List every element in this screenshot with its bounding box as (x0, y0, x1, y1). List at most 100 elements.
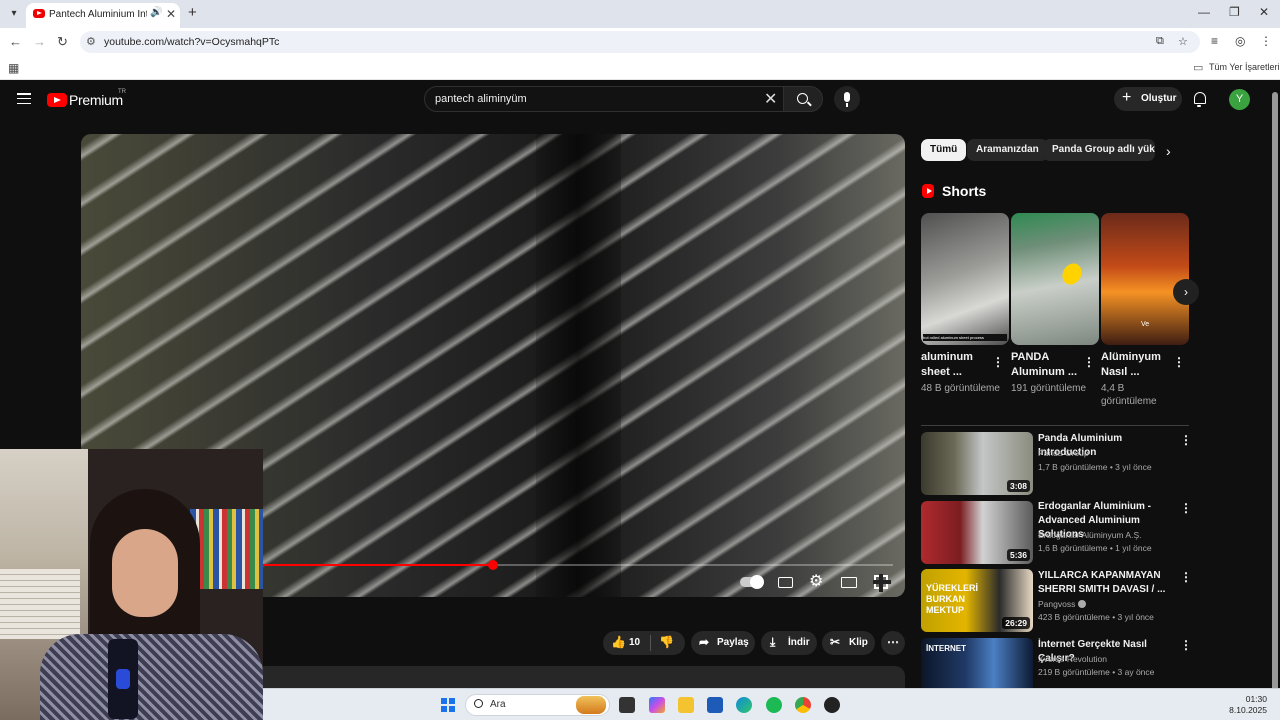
short-title[interactable]: Alüminyum Nasıl ... (1101, 350, 1171, 380)
profile-icon[interactable]: ◎ (1235, 34, 1245, 48)
restore-icon[interactable]: ❐ (1229, 5, 1240, 19)
minimize-icon[interactable]: — (1198, 5, 1210, 19)
recommendation-thumbnail[interactable]: 5:36 (921, 501, 1033, 564)
share-button[interactable]: ➦ Paylaş (691, 631, 755, 655)
back-icon[interactable]: ← (9, 34, 22, 49)
recommendation-meta: 1,6 B görüntüleme • 1 yıl önce (1038, 543, 1152, 553)
apps-grid-icon[interactable]: ▦ (8, 61, 19, 75)
chip-all[interactable]: Tümü (921, 139, 967, 161)
shorts-next-icon[interactable]: › (1173, 279, 1199, 305)
theater-mode-icon[interactable] (841, 577, 857, 588)
tab-search-icon[interactable]: ▾ (6, 6, 22, 22)
edge-icon[interactable] (736, 697, 752, 713)
short-title[interactable]: PANDA Aluminum ... (1011, 350, 1081, 380)
recommendation-channel[interactable]: Pangvoss (1038, 599, 1087, 609)
recommendation-menu-icon[interactable]: ⋮ (1180, 433, 1192, 447)
create-button[interactable]: + Oluştur (1114, 87, 1182, 111)
short-menu-icon[interactable]: ⋮ (1173, 355, 1185, 369)
youtube-brand[interactable]: Premium (69, 92, 123, 108)
recommendation-meta: 219 B görüntüleme • 3 ay önce (1038, 667, 1155, 677)
autoplay-toggle[interactable] (740, 575, 764, 589)
channel-name[interactable]: Pangvoss (1038, 599, 1075, 609)
media-controls-icon[interactable]: ≡ (1211, 34, 1218, 48)
webcam-books (190, 509, 263, 589)
youtube-logo-icon[interactable] (47, 93, 67, 107)
progress-scrubber[interactable] (488, 560, 498, 570)
recommendation-channel[interactable]: Erdoğanlar Alüminyum A.Ş. (1038, 530, 1141, 540)
browser-menu-icon[interactable]: ⋮ (1260, 34, 1272, 48)
close-tab-icon[interactable]: ✕ (166, 7, 176, 21)
recommendation-meta: 423 B görüntüleme • 3 yıl önce (1038, 612, 1154, 622)
tab-title: Pantech Aluminium Introdu (49, 9, 147, 20)
clear-search-icon[interactable]: ✕ (764, 89, 777, 109)
like-count[interactable]: 10 (629, 637, 640, 648)
spotify-icon[interactable] (766, 697, 782, 713)
search-query[interactable]: pantech aliminyüm (435, 93, 527, 105)
short-thumbnail[interactable] (1011, 213, 1099, 345)
taskbar-search[interactable]: Ara (465, 694, 610, 716)
fullscreen-icon[interactable] (873, 574, 891, 592)
avatar[interactable]: Y (1229, 89, 1250, 110)
chip-from-search[interactable]: Aramanızdan (967, 139, 1048, 161)
short-thumbnail[interactable]: Ve (1101, 213, 1189, 345)
thumb-overlay-text: YÜREKLERİ BURKAN MEKTUP (926, 583, 979, 615)
recommendation-channel[interactable]: Panda Group (1038, 448, 1089, 458)
file-explorer-icon[interactable] (678, 697, 694, 713)
webcam-background-papers (0, 569, 80, 639)
search-highlight-icon[interactable] (576, 696, 606, 714)
video-frame-content (536, 134, 621, 597)
short-menu-icon[interactable]: ⋮ (992, 355, 1004, 369)
recording-app-icon[interactable] (824, 697, 840, 713)
windows-start-icon[interactable] (441, 698, 455, 712)
short-title[interactable]: aluminum sheet ... (921, 350, 991, 380)
thumb-overlay-text: İNTERNET (926, 644, 966, 653)
new-tab-button[interactable]: + (188, 4, 197, 21)
forward-icon[interactable]: → (33, 34, 46, 49)
reload-icon[interactable]: ↻ (57, 34, 68, 50)
page-scrollbar[interactable] (1270, 80, 1280, 720)
hamburger-menu-icon[interactable] (17, 93, 31, 105)
url-text[interactable]: youtube.com/watch?v=OcysmahqPTc (104, 36, 279, 48)
clip-button[interactable]: ✂ Klip (822, 631, 875, 655)
recommendation-menu-icon[interactable]: ⋮ (1180, 570, 1192, 584)
thumb-detail (1058, 259, 1086, 289)
voice-search-icon[interactable] (834, 86, 860, 112)
recommendation-thumbnail[interactable]: 3:08 (921, 432, 1033, 495)
chip-uploader[interactable]: Panda Group adlı yükleyi (1043, 139, 1155, 161)
chrome-icon[interactable] (795, 697, 811, 713)
recommendation-channel[interactable]: Xverse Revolution (1038, 654, 1107, 664)
recommendation-menu-icon[interactable]: ⋮ (1180, 501, 1192, 515)
notifications-bell-icon[interactable] (1194, 92, 1206, 107)
folder-icon[interactable]: ▭ (1193, 61, 1203, 74)
address-bar[interactable]: ⚙ youtube.com/watch?v=OcysmahqPTc ⧉ ☆ (80, 31, 1200, 53)
thumbs-down-icon[interactable]: 👎 (659, 635, 674, 649)
speaker-icon[interactable]: 🔊 (150, 7, 162, 18)
settings-gear-icon[interactable]: ⚙ (809, 574, 823, 590)
install-app-icon[interactable]: ⧉ (1156, 35, 1164, 48)
duration-badge: 5:36 (1006, 549, 1030, 561)
short-menu-icon[interactable]: ⋮ (1083, 355, 1095, 369)
all-bookmarks-link[interactable]: Tüm Yer İşaretleri (1209, 62, 1280, 72)
chevron-right-icon[interactable]: › (1166, 143, 1171, 159)
subtitles-icon[interactable] (778, 577, 793, 588)
task-view-icon[interactable] (619, 697, 635, 713)
store-icon[interactable] (707, 697, 723, 713)
taskbar-clock[interactable]: 01:30 8.10.2025 (1223, 694, 1267, 716)
download-label: İndir (788, 637, 810, 648)
recommendation-menu-icon[interactable]: ⋮ (1180, 638, 1192, 652)
site-info-icon[interactable]: ⚙ (86, 35, 96, 48)
short-thumbnail[interactable]: hot rolled aluminum sheet process (921, 213, 1009, 345)
copilot-icon[interactable] (649, 697, 665, 713)
download-button[interactable]: ⤓ İndir (761, 631, 817, 655)
search-button[interactable] (783, 86, 823, 112)
bookmark-star-icon[interactable]: ☆ (1178, 35, 1188, 48)
thumbs-up-icon[interactable]: 👍 (611, 635, 626, 649)
browser-tab[interactable]: Pantech Aluminium Introdu 🔊 ✕ (26, 3, 180, 28)
recommendation-title[interactable]: YILLARCA KAPANMAYAN SHERRI SMITH DAVASI … (1038, 569, 1173, 597)
more-actions-button[interactable]: ⋯ (881, 631, 905, 655)
recommendation-thumbnail[interactable]: YÜREKLERİ BURKAN MEKTUP 26:29 (921, 569, 1033, 632)
like-divider (650, 635, 651, 651)
search-input[interactable]: pantech aliminyüm ✕ (424, 86, 784, 112)
scrollbar-thumb[interactable] (1272, 92, 1278, 692)
close-window-icon[interactable]: ✕ (1259, 5, 1269, 19)
